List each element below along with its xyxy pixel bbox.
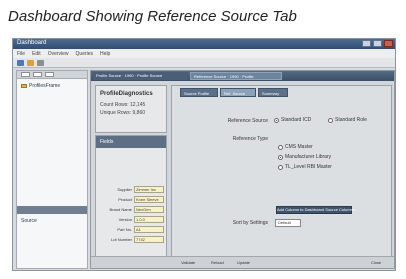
secondary-list-item[interactable]: Source	[21, 218, 37, 224]
menu-edit[interactable]: Edit	[32, 51, 41, 57]
reference-source-label: Reference Source	[227, 118, 268, 124]
sort-by-select[interactable]: Default	[275, 219, 301, 227]
menu-help[interactable]: Help	[100, 51, 110, 57]
update-button[interactable]: Update	[237, 260, 250, 266]
info-line: Count Rows: 12,145	[100, 102, 146, 108]
tab-ref-source[interactable]: Ref. Source	[220, 88, 256, 97]
reference-type-option[interactable]: Manufacturer Library	[278, 154, 331, 160]
fields-panel: Fields Supplier Zimmer Inc Product Knee …	[95, 135, 167, 265]
new-icon[interactable]	[17, 60, 24, 66]
reference-source-panel: Source Profile Ref. Source Summary Refer…	[171, 85, 392, 257]
radio-selected-icon	[274, 117, 279, 123]
fields-panel-title: Fields	[100, 139, 114, 145]
tab-source-profile[interactable]: Source Profile	[180, 88, 218, 97]
field-label: Product	[118, 197, 132, 202]
maximize-icon[interactable]	[373, 40, 382, 47]
toolbar	[13, 58, 395, 68]
info-line: Unique Rows: 9,860	[100, 110, 146, 116]
page-caption: Dashboard Showing Reference Source Tab	[8, 8, 297, 25]
fields-panel-header: Fields	[96, 136, 166, 148]
reference-source-option[interactable]: Standard ICD	[274, 117, 311, 123]
option-label: TL_Level RBI Master	[285, 164, 332, 170]
profile-info-title: ProfileDiagnostics	[100, 91, 153, 97]
editor-area: Profile Source · 1990 · Profile Source R…	[90, 70, 395, 269]
sort-by-label: Sort by Settings	[232, 220, 268, 226]
document-tab-strip: Profile Source · 1990 · Profile Source R…	[91, 71, 394, 81]
field-label: Supplier	[117, 187, 132, 192]
tree-item[interactable]: ProfilesFrame	[21, 83, 60, 89]
radio-icon	[278, 164, 283, 170]
save-icon[interactable]	[37, 60, 44, 66]
reference-type-option[interactable]: CMS Master	[278, 144, 313, 150]
tab-profile-source[interactable]: Profile Source · 1990 · Profile Source	[93, 72, 188, 80]
field-row: Product Knee Sleeve	[98, 196, 166, 204]
navigator-tab-2[interactable]	[33, 72, 42, 77]
tab-reference-source[interactable]: Reference Source · 1990 · Profile	[190, 72, 282, 80]
field-label: Lot Number	[111, 237, 132, 242]
reload-button[interactable]: Reload	[211, 260, 224, 266]
reference-source-option[interactable]: Standard Role	[328, 117, 367, 123]
field-label: Version	[118, 217, 132, 222]
field-row: Brand Name NexGen	[98, 206, 166, 214]
secondary-panel-header	[17, 206, 87, 214]
field-row: Lot Number 7742	[98, 236, 166, 244]
profile-info-panel: ProfileDiagnostics Count Rows: 12,145 Un…	[95, 85, 167, 133]
navigator-panel: ProfilesFrame Source	[16, 70, 88, 269]
reference-type-option[interactable]: TL_Level RBI Master	[278, 164, 332, 170]
close-button[interactable]: Close	[371, 260, 381, 266]
field-input[interactable]: Zimmer Inc	[134, 186, 164, 193]
app-window: Dashboard File Edit Overview Queries Hel…	[12, 38, 396, 271]
action-bar: Validate Reload Update Close	[91, 256, 394, 268]
add-column-button[interactable]: Add Column to Dashboard Source Columns	[276, 206, 355, 214]
tab-summary[interactable]: Summary	[258, 88, 288, 97]
option-label: CMS Master	[285, 144, 313, 150]
radio-icon	[328, 117, 333, 123]
field-input[interactable]: 7742	[134, 236, 164, 243]
menu-bar: File Edit Overview Queries Help	[13, 49, 395, 58]
tree-item-label: ProfilesFrame	[29, 83, 61, 89]
close-icon[interactable]	[384, 40, 393, 47]
menu-queries[interactable]: Queries	[76, 51, 94, 57]
field-row: Version 1.0.0	[98, 216, 166, 224]
option-label: Standard ICD	[281, 117, 312, 123]
field-input[interactable]: Knee Sleeve	[134, 196, 164, 203]
folder-icon	[21, 84, 27, 88]
option-label: Manufacturer Library	[285, 154, 332, 160]
field-input[interactable]: A1	[134, 226, 164, 233]
field-input[interactable]: NexGen	[134, 206, 164, 213]
navigator-tab-1[interactable]	[21, 72, 30, 77]
open-icon[interactable]	[27, 60, 34, 66]
radio-icon	[278, 144, 283, 150]
field-row: Supplier Zimmer Inc	[98, 186, 166, 194]
field-row: Part No. A1	[98, 226, 166, 234]
window-controls	[362, 40, 393, 47]
window-title: Dashboard	[17, 40, 47, 46]
option-label: Standard Role	[335, 117, 367, 123]
menu-overview[interactable]: Overview	[48, 51, 69, 57]
field-label: Part No.	[117, 227, 132, 232]
window-titlebar: Dashboard	[13, 39, 395, 49]
navigator-tab-3[interactable]	[45, 72, 54, 77]
field-label: Brand Name	[109, 207, 132, 212]
field-input[interactable]: 1.0.0	[134, 216, 164, 223]
reference-type-label: Reference Type	[232, 136, 268, 142]
menu-file[interactable]: File	[17, 51, 25, 57]
radio-selected-icon	[278, 154, 283, 160]
navigator-header	[17, 71, 87, 79]
minimize-icon[interactable]	[362, 40, 371, 47]
validate-button[interactable]: Validate	[181, 260, 195, 266]
